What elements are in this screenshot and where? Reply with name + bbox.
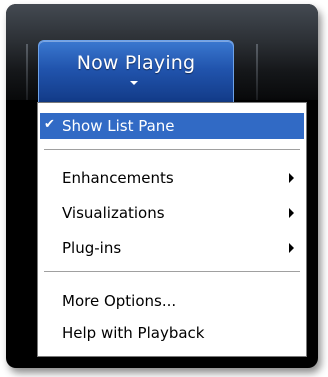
now-playing-menu: ✔ Show List Pane Enhancements Visualizat… <box>37 102 307 357</box>
menu-item-label: Show List Pane <box>62 117 175 135</box>
menu-item-enhancements[interactable]: Enhancements <box>40 165 304 191</box>
now-playing-tab-label: Now Playing <box>76 52 196 74</box>
menu-item-show-list-pane[interactable]: ✔ Show List Pane <box>40 113 304 139</box>
submenu-arrow-icon <box>289 243 294 253</box>
menu-item-label: Help with Playback <box>62 324 205 342</box>
menu-item-help-with-playback[interactable]: Help with Playback <box>40 320 304 346</box>
now-playing-tab[interactable]: Now Playing <box>38 40 234 103</box>
menu-separator <box>44 271 300 273</box>
menu-item-label: Plug-ins <box>62 239 122 257</box>
menu-item-visualizations[interactable]: Visualizations <box>40 200 304 226</box>
submenu-arrow-icon <box>289 208 294 218</box>
menu-separator <box>44 149 300 151</box>
menu-item-more-options[interactable]: More Options... <box>40 288 304 314</box>
player-window: Now Playing ✔ Show List Pane Enhancement… <box>6 4 318 368</box>
submenu-arrow-icon <box>289 173 294 183</box>
toolbar-divider <box>256 44 258 100</box>
dropdown-arrow-icon[interactable] <box>130 81 138 85</box>
menu-item-label: Visualizations <box>62 204 165 222</box>
checkmark-icon: ✔ <box>44 117 55 132</box>
toolbar-divider <box>26 44 28 100</box>
menu-item-plug-ins[interactable]: Plug-ins <box>40 235 304 261</box>
menu-item-label: More Options... <box>62 292 177 310</box>
menu-item-label: Enhancements <box>62 169 174 187</box>
